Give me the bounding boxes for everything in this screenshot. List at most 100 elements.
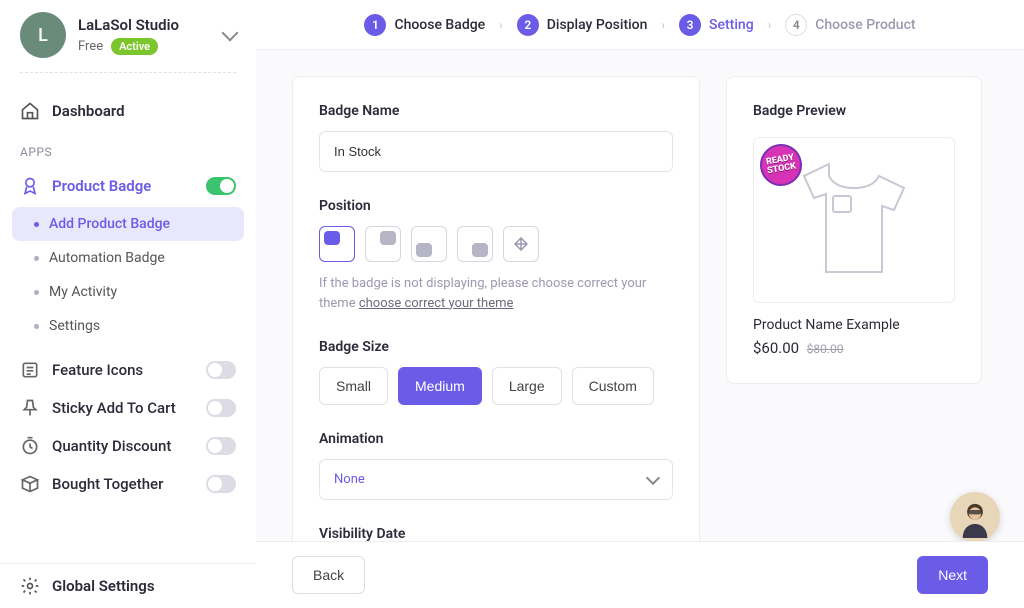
footer: Back Next (256, 541, 1024, 608)
studio-avatar: L (20, 12, 66, 58)
preview-product-name: Product Name Example (753, 317, 955, 333)
app-product-badge-label: Product Badge (52, 177, 151, 195)
timer-icon (20, 436, 40, 456)
bullet-icon (34, 222, 39, 227)
step-choose-badge[interactable]: 1 Choose Badge (364, 14, 485, 36)
badge-icon (20, 176, 40, 196)
nav-dashboard-label: Dashboard (52, 102, 125, 120)
position-bottom-right[interactable] (457, 226, 493, 262)
preview-panel: Badge Preview READY STOCK Product Name E… (726, 76, 982, 384)
app-label: Feature Icons (52, 361, 143, 379)
position-help: If the badge is not displaying, please c… (319, 274, 673, 313)
divider (20, 72, 236, 73)
position-top-right[interactable] (365, 226, 401, 262)
chevron-right-icon: › (499, 18, 503, 32)
sidebar: L LaLaSol Studio Free Active Dashboard A… (0, 0, 256, 608)
sidebar-item-add-product-badge[interactable]: Add Product Badge (12, 207, 244, 241)
animation-label: Animation (319, 431, 673, 447)
toggle-feature-icons[interactable] (206, 361, 236, 379)
product-badge-sublist: Add Product Badge Automation Badge My Ac… (12, 207, 244, 343)
bullet-icon (34, 324, 39, 329)
position-custom[interactable] (503, 226, 539, 262)
app-product-badge[interactable]: Product Badge (0, 167, 256, 205)
back-button[interactable]: Back (292, 556, 365, 594)
visibility-date-label: Visibility Date (319, 526, 673, 542)
pin-icon (20, 398, 40, 418)
sidebar-item-automation-badge[interactable]: Automation Badge (12, 241, 244, 275)
global-settings-label: Global Settings (52, 577, 155, 595)
price-old: $80.00 (807, 342, 844, 356)
step-label: Display Position (547, 17, 648, 33)
preview-image: READY STOCK (753, 137, 955, 303)
chevron-right-icon: › (768, 18, 772, 32)
toggle-product-badge[interactable] (206, 177, 236, 195)
studio-switcher[interactable]: L LaLaSol Studio Free Active (0, 12, 256, 72)
studio-name: LaLaSol Studio (78, 16, 212, 34)
badge-name-input[interactable] (319, 131, 673, 172)
app-quantity-discount[interactable]: Quantity Discount (0, 427, 256, 465)
main: 1 Choose Badge › 2 Display Position › 3 … (256, 0, 1024, 608)
toggle-sticky-cart[interactable] (206, 399, 236, 417)
chevron-down-icon (646, 470, 660, 484)
status-badge: Active (111, 38, 158, 55)
app-bought-together[interactable]: Bought Together (0, 465, 256, 503)
badge-text: READY STOCK (761, 153, 802, 177)
package-icon (20, 474, 40, 494)
sidebar-item-label: My Activity (49, 284, 117, 300)
size-large[interactable]: Large (492, 367, 562, 405)
chevron-down-icon (222, 25, 239, 42)
step-number: 2 (517, 14, 539, 36)
list-icon (20, 360, 40, 380)
gear-icon (20, 576, 40, 596)
step-choose-product[interactable]: 4 Choose Product (785, 14, 915, 36)
step-label: Choose Badge (394, 17, 485, 33)
apps-section-label: APPS (0, 131, 256, 167)
preview-price: $60.00 $80.00 (753, 339, 955, 357)
sidebar-item-my-activity[interactable]: My Activity (12, 275, 244, 309)
position-bottom-left[interactable] (411, 226, 447, 262)
chevron-right-icon: › (661, 18, 665, 32)
toggle-quantity-discount[interactable] (206, 437, 236, 455)
sidebar-item-label: Settings (49, 318, 100, 334)
nav-dashboard[interactable]: Dashboard (0, 91, 256, 131)
stepper: 1 Choose Badge › 2 Display Position › 3 … (256, 0, 1024, 50)
sidebar-item-label: Add Product Badge (49, 216, 170, 232)
sidebar-item-settings[interactable]: Settings (12, 309, 244, 343)
preview-title: Badge Preview (753, 103, 955, 119)
step-display-position[interactable]: 2 Display Position (517, 14, 648, 36)
tshirt-icon (789, 158, 919, 282)
app-sticky-cart[interactable]: Sticky Add To Cart (0, 389, 256, 427)
size-medium[interactable]: Medium (398, 367, 482, 405)
app-label: Bought Together (52, 475, 163, 493)
step-number: 1 (364, 14, 386, 36)
step-label: Choose Product (815, 17, 915, 33)
nav-global-settings[interactable]: Global Settings (0, 563, 256, 608)
animation-select[interactable]: None (319, 459, 673, 500)
step-setting[interactable]: 3 Setting (679, 14, 754, 36)
choose-theme-link[interactable]: choose correct your theme (359, 296, 514, 311)
app-label: Sticky Add To Cart (52, 399, 176, 417)
bullet-icon (34, 256, 39, 261)
animation-value: None (334, 472, 365, 487)
content: Badge Name Position If the badge is not … (256, 50, 1024, 608)
size-small[interactable]: Small (319, 367, 388, 405)
bullet-icon (34, 290, 39, 295)
home-icon (20, 101, 40, 121)
badge-size-label: Badge Size (319, 339, 673, 355)
sidebar-item-label: Automation Badge (49, 250, 165, 266)
step-label: Setting (709, 17, 754, 33)
step-number: 4 (785, 14, 807, 36)
app-label: Quantity Discount (52, 437, 171, 455)
size-custom[interactable]: Custom (572, 367, 654, 405)
plan-label: Free (78, 39, 103, 54)
price-current: $60.00 (753, 339, 799, 357)
toggle-bought-together[interactable] (206, 475, 236, 493)
position-top-left[interactable] (319, 226, 355, 262)
settings-panel: Badge Name Position If the badge is not … (292, 76, 700, 569)
support-chat-button[interactable] (950, 492, 1000, 542)
next-button[interactable]: Next (917, 556, 988, 594)
badge-name-label: Badge Name (319, 103, 673, 119)
position-label: Position (319, 198, 673, 214)
app-feature-icons[interactable]: Feature Icons (0, 351, 256, 389)
step-number: 3 (679, 14, 701, 36)
